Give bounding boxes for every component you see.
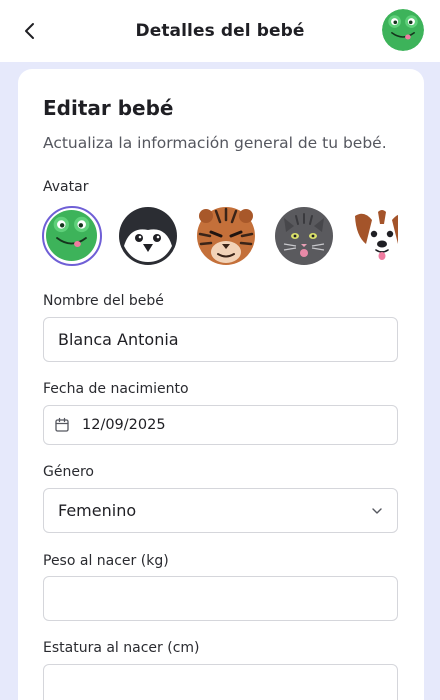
chevron-left-icon [25, 23, 34, 39]
birthdate-label: Fecha de nacimiento [43, 381, 189, 397]
birthdate-input[interactable]: 12/09/2025 [43, 405, 398, 445]
tiger-icon [197, 207, 255, 265]
frog-icon [46, 210, 97, 261]
calendar-icon [54, 417, 70, 433]
dog-icon [353, 207, 398, 265]
frog-avatar-icon [382, 9, 424, 51]
birth-height-label: Estatura al nacer (cm) [43, 640, 200, 656]
birth-weight-label: Peso al nacer (kg) [43, 553, 169, 569]
avatar-option-cat[interactable] [274, 206, 334, 266]
penguin-icon [119, 207, 177, 265]
avatar-option-dog[interactable] [352, 206, 398, 266]
birthdate-value: 12/09/2025 [82, 417, 166, 433]
avatar-label: Avatar [43, 179, 89, 195]
form-title: Editar bebé [43, 96, 174, 120]
gender-label: Género [43, 464, 94, 480]
birth-height-input[interactable] [43, 664, 398, 700]
gender-select[interactable]: Femenino [43, 488, 398, 533]
edit-baby-card: Editar bebé Actualiza la información gen… [18, 69, 424, 700]
birth-weight-input[interactable] [43, 576, 398, 621]
avatar-option-frog[interactable] [42, 206, 102, 266]
name-label: Nombre del bebé [43, 293, 164, 309]
avatar-option-penguin[interactable] [118, 206, 178, 266]
gender-value: Femenino [58, 501, 137, 520]
avatar-option-tiger[interactable] [196, 206, 256, 266]
back-button[interactable] [14, 15, 46, 47]
profile-avatar[interactable] [382, 9, 424, 51]
form-subtitle: Actualiza la información general de tu b… [43, 134, 387, 152]
chevron-down-icon [372, 507, 382, 514]
app-header: Detalles del bebé [0, 0, 440, 62]
cat-icon [275, 207, 333, 265]
page-title: Detalles del bebé [135, 21, 305, 41]
name-input[interactable]: Blanca Antonia [43, 317, 398, 362]
avatar-picker [42, 205, 398, 267]
